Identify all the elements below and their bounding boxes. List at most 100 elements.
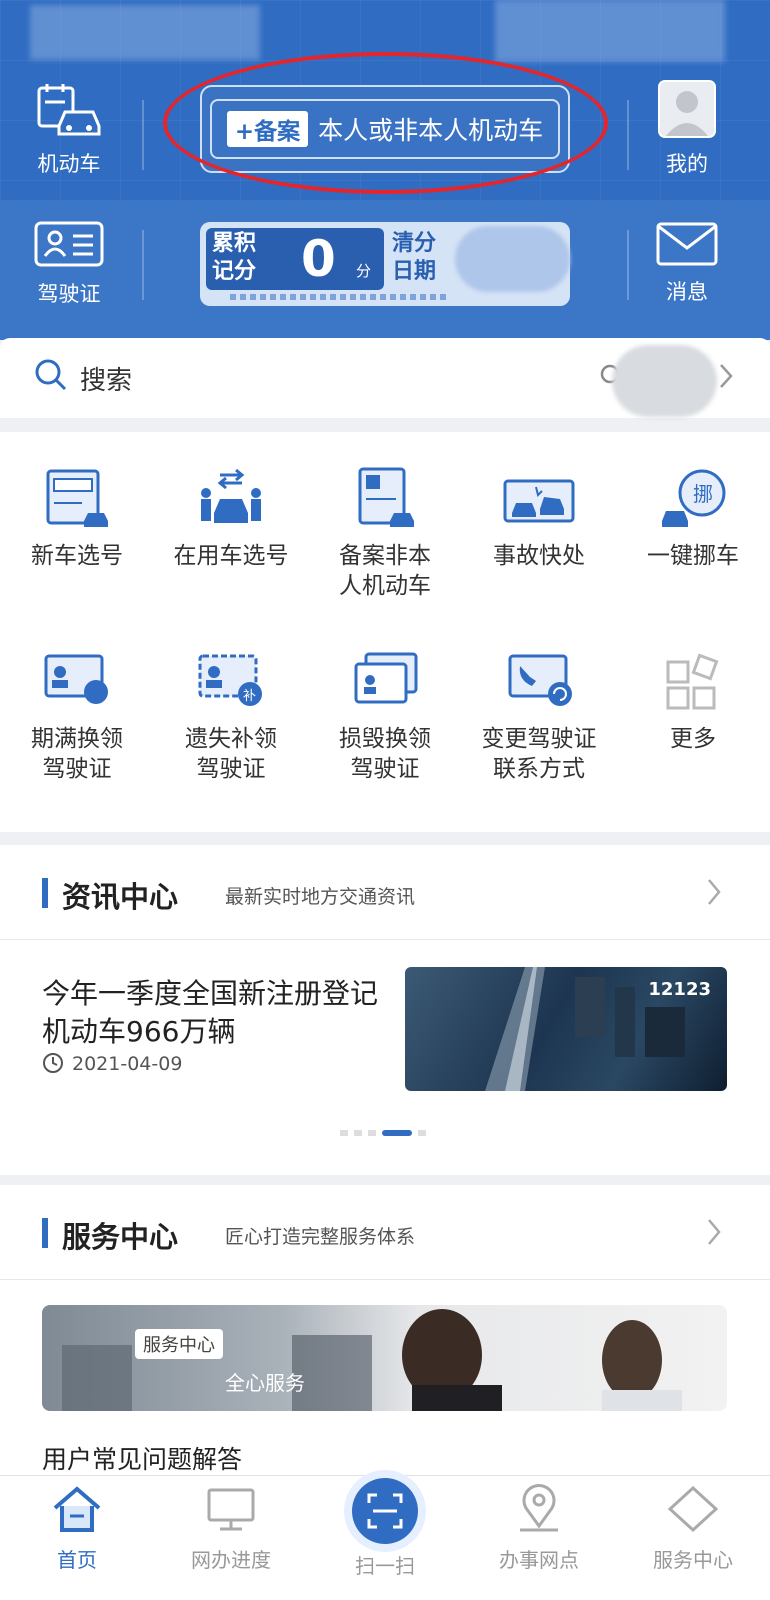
tab-scan[interactable]: 扫一扫: [308, 1478, 462, 1579]
avatar: [658, 80, 716, 138]
service-label: 事故快处: [493, 543, 585, 569]
service-center-section: 服务中心 匠心打造完整服务体系 服务中心 全心服务 用户常见问题解答: [0, 1185, 770, 1475]
service-item-register-vehicle[interactable]: 备案非本 人机动车: [308, 467, 462, 601]
section-accent: [42, 878, 48, 908]
faq-link[interactable]: 用户常见问题解答: [42, 1440, 242, 1476]
tab-service-points[interactable]: 办事网点: [462, 1484, 616, 1573]
envelope-icon: [656, 222, 718, 266]
monitor-icon: [207, 1488, 255, 1531]
divider: [627, 230, 629, 300]
chevron-right-icon[interactable]: [706, 1217, 722, 1247]
news-header[interactable]: 资讯中心 最新实时地方交通资讯: [0, 845, 770, 940]
news-section: 资讯中心 最新实时地方交通资讯 今年一季度全国新注册登记机动车966万辆 202…: [0, 845, 770, 1175]
in-use-car-plate-icon: [201, 468, 261, 523]
carousel-dot-active: [382, 1130, 412, 1136]
search-icon: [35, 359, 67, 391]
service-item-license-reissue[interactable]: 补 遗失补领 驾驶证: [154, 650, 308, 784]
service-item-accident[interactable]: 事故快处: [462, 467, 616, 571]
tab-label: 服务中心: [653, 1548, 733, 1572]
license-card-icon: [34, 221, 104, 267]
license-replace-icon: [354, 652, 418, 704]
service-label: 在用车选号: [173, 543, 289, 569]
carousel-indicator: [340, 1130, 426, 1136]
service-label: 更多: [670, 726, 716, 752]
scan-icon: [367, 1493, 403, 1529]
search-input[interactable]: 搜索: [80, 360, 132, 397]
blurred-region: [30, 5, 260, 60]
service-center-title: 服务中心: [62, 1220, 179, 1254]
message-button[interactable]: 消息: [632, 222, 742, 306]
score-dashes: [230, 294, 450, 300]
blurred-region: [495, 0, 725, 62]
divider: [627, 100, 629, 170]
license-renew-icon: [44, 654, 108, 704]
bottom-tab-bar: 首页 网办进度 扫一扫 办事网点 服务中心: [0, 1475, 770, 1600]
motor-vehicle-label: 机动车: [37, 152, 101, 176]
carousel-dot: [354, 1130, 362, 1136]
mine-button[interactable]: 我的: [632, 80, 742, 178]
service-item-in-use-car-plate[interactable]: 在用车选号: [154, 467, 308, 571]
tab-label: 办事网点: [499, 1548, 579, 1572]
scan-button[interactable]: [352, 1478, 418, 1544]
register-vehicle-icon: [358, 467, 414, 527]
news-subtitle: 最新实时地方交通资讯: [225, 886, 416, 908]
tab-label: 扫一扫: [355, 1554, 415, 1578]
service-item-license-replace[interactable]: 损毁换领 驾驶证: [308, 650, 462, 784]
motor-vehicle-button[interactable]: 机动车: [14, 82, 124, 178]
carousel-dot: [340, 1130, 348, 1136]
diamond-icon: [667, 1485, 719, 1533]
news-title: 资讯中心: [62, 880, 179, 914]
blurred-region: [612, 345, 717, 417]
score-value: 0: [301, 230, 336, 288]
service-item-move-car[interactable]: 挪 一键挪车: [616, 467, 770, 571]
svg-text:挪: 挪: [693, 482, 713, 506]
mine-label: 我的: [666, 152, 708, 176]
chevron-right-icon[interactable]: [706, 877, 722, 907]
service-label: 新车选号: [31, 543, 123, 569]
red-annotation-ellipse: [163, 52, 608, 194]
clock-icon: [43, 1053, 63, 1073]
news-headline[interactable]: 今年一季度全国新注册登记机动车966万辆: [42, 975, 382, 1051]
service-center-header[interactable]: 服务中心 匠心打造完整服务体系: [0, 1185, 770, 1280]
home-icon: [53, 1486, 101, 1532]
tab-progress[interactable]: 网办进度: [154, 1484, 308, 1573]
license-reissue-icon: 补: [198, 654, 262, 706]
service-center-subtitle: 匠心打造完整服务体系: [225, 1226, 416, 1248]
car-calendar-icon: [37, 84, 101, 136]
divider: [142, 100, 144, 170]
chevron-right-icon[interactable]: [718, 362, 734, 390]
clear-date-label: 清分日期: [392, 231, 437, 284]
section-accent: [42, 1218, 48, 1248]
divider: [142, 230, 144, 300]
banner-slogan: 全心服务: [225, 1371, 305, 1395]
news-image[interactable]: 12123: [405, 967, 727, 1091]
tab-home[interactable]: 首页: [0, 1484, 154, 1573]
service-item-new-car-plate[interactable]: 新车选号: [0, 467, 154, 571]
service-label: 一键挪车: [647, 543, 739, 569]
score-unit: 分: [356, 262, 372, 280]
change-contact-icon: [508, 654, 572, 706]
blurred-date: [455, 226, 570, 292]
service-item-more[interactable]: 更多: [616, 650, 770, 754]
service-grid: 新车选号 在用车选号 备案非本 人机动车 事故快处 挪 一键挪车 期满换领 驾驶…: [0, 432, 770, 832]
news-image-brand: 12123: [648, 979, 711, 1000]
map-pin-icon: [520, 1484, 558, 1532]
license-button[interactable]: 驾驶证: [14, 220, 124, 308]
carousel-dot: [368, 1130, 376, 1136]
service-banner[interactable]: 服务中心 全心服务: [42, 1305, 727, 1411]
service-label: 备案非本 人机动车: [339, 543, 431, 599]
news-date: 2021-04-09: [72, 1053, 183, 1075]
service-item-change-contact[interactable]: 变更驾驶证 联系方式: [462, 650, 616, 784]
score-panel[interactable]: 累积记分 0 分 清分日期: [200, 222, 570, 306]
tab-label: 首页: [57, 1548, 97, 1572]
new-car-plate-icon: [46, 469, 108, 527]
service-label: 遗失补领 驾驶证: [185, 726, 277, 782]
license-label: 驾驶证: [37, 282, 101, 306]
score-label: 累积记分: [212, 231, 257, 284]
svg-text:补: 补: [243, 689, 256, 704]
tab-service-center[interactable]: 服务中心: [616, 1484, 770, 1573]
service-label: 期满换领 驾驶证: [31, 726, 123, 782]
accident-icon: [503, 479, 575, 523]
service-item-license-renew[interactable]: 期满换领 驾驶证: [0, 650, 154, 784]
score-box: 累积记分 0 分: [206, 228, 384, 290]
